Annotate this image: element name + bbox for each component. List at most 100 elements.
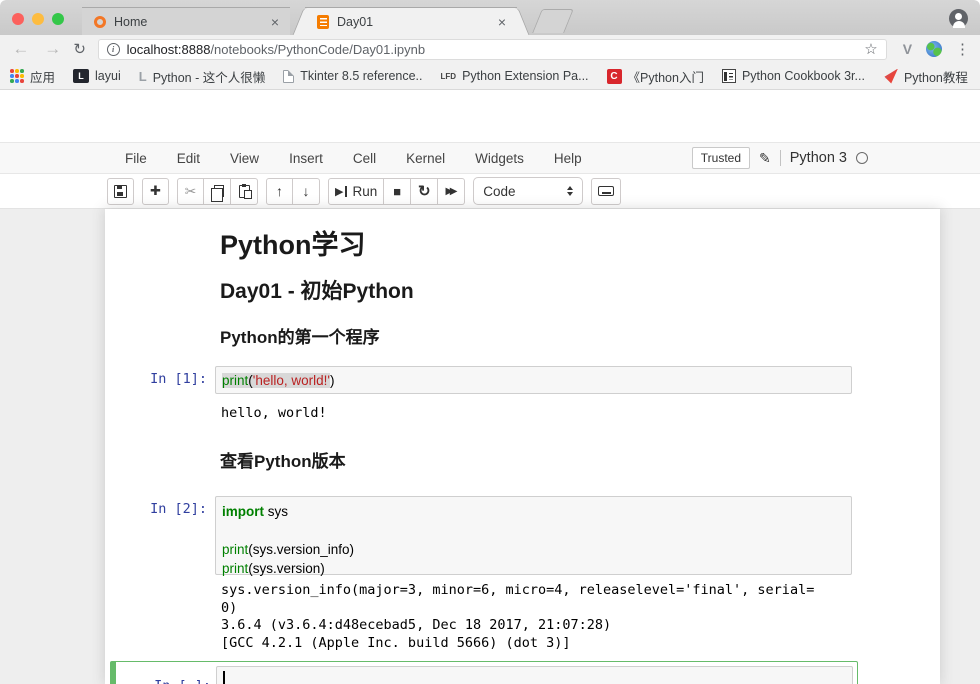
move-cell-up-button[interactable]: ↑ [266,178,293,205]
plus-icon: ✚ [150,183,161,199]
trusted-button[interactable]: Trusted [692,147,750,169]
minimize-window-button[interactable] [32,13,44,25]
red-c-icon: C [607,69,622,84]
menu-file[interactable]: File [110,151,162,166]
bookmark-python-intro[interactable]: C 《Python入门 [607,67,704,86]
restart-icon: ↻ [418,182,431,200]
restart-run-all-button[interactable]: ▶▶ [438,178,465,205]
bookmark-star-icon[interactable]: ☆ [864,40,877,58]
bookmark-cookbook[interactable]: Python Cookbook 3r... [722,69,865,83]
bookmark-label: Python Extension Pa... [462,69,588,83]
code-cell-3-input[interactable] [216,666,853,684]
paste-cell-button[interactable] [231,178,258,205]
address-bar: ← → ↻ i localhost:8888/notebooks/PythonC… [0,35,980,63]
new-tab-button[interactable] [532,9,574,33]
layui-icon: L [73,69,89,83]
bookmark-apps[interactable]: 应用 [10,67,55,86]
jupyter-favicon-icon [94,16,106,28]
tab-day01-label: Day01 [337,15,495,29]
lfd-icon: LFD [441,72,457,81]
browser-menu-icon[interactable]: ⋮ [955,40,970,58]
rocket-icon [883,69,898,84]
copy-cell-button[interactable] [204,178,231,205]
cell-type-value: Code [483,184,567,199]
bookmark-label: Tkinter 8.5 reference.. [300,69,422,83]
kernel-name: Python 3 [790,150,847,166]
menu-bar: File Edit View Insert Cell Kernel Widget… [0,142,980,174]
command-palette-button[interactable] [591,178,621,205]
close-tab-icon[interactable]: × [268,14,282,30]
cell-1-output: hello, world! [221,405,327,421]
code-line-blank [222,521,845,540]
notebook-area: Python学习 Day01 - 初始Python Python的第一个程序 I… [0,209,980,684]
menu-kernel[interactable]: Kernel [391,151,460,166]
code-line: import sys [222,502,845,521]
stop-icon: ■ [393,184,401,199]
bookmark-tkinter[interactable]: Tkinter 8.5 reference.. [283,69,422,83]
bookmark-label: 应用 [30,67,55,86]
notebook-status-area: Trusted ✎ Python 3 [692,147,868,169]
move-cell-down-button[interactable]: ↓ [293,178,320,205]
extension-icon[interactable]: V [903,41,912,57]
input-prompt-3: In [ ]: [111,678,211,684]
tab-day01[interactable]: Day01 × [305,7,517,35]
profile-avatar-icon[interactable] [949,9,968,28]
input-prompt-2: In [2]: [105,501,207,517]
notebook-container: Python学习 Day01 - 初始Python Python的第一个程序 I… [105,209,940,684]
cell-type-select[interactable]: Code [473,177,583,205]
cut-cell-button[interactable]: ✂ [177,178,204,205]
menu-help[interactable]: Help [539,151,597,166]
url-text: localhost:8888/notebooks/PythonCode/Day0… [127,42,865,57]
close-tab-icon[interactable]: × [495,14,509,30]
page-info-icon[interactable]: i [107,43,120,56]
save-button[interactable] [107,178,134,205]
selected-empty-cell[interactable]: In [ ]: [110,661,858,684]
forward-icon[interactable]: → [42,39,64,59]
back-icon[interactable]: ← [10,39,32,59]
run-cell-button[interactable]: ▶ Run [328,178,384,205]
code-cell-1[interactable]: print('hello, world!') [215,366,852,394]
bookmark-python-blog[interactable]: L Python - 这个人很懒 [139,67,265,86]
bookmark-label: 《Python入门 [628,67,704,86]
keyboard-icon [598,186,614,196]
menu-widgets[interactable]: Widgets [460,151,539,166]
reload-icon[interactable]: ↻ [70,40,90,58]
globe-extension-icon[interactable] [926,41,942,57]
menu-cell[interactable]: Cell [338,151,391,166]
text-cursor [223,671,225,684]
save-icon [114,185,127,198]
bookmark-layui[interactable]: L layui [73,69,121,83]
markdown-heading2[interactable]: Day01 - 初始Python [220,275,414,305]
tab-home-label: Home [114,15,268,29]
notebook-favicon-icon [317,15,329,29]
markdown-heading3-second[interactable]: 查看Python版本 [220,447,346,472]
menu-view[interactable]: View [215,151,274,166]
bookmark-label: Python - 这个人很懒 [153,67,266,86]
bookmark-label: Python教程 [904,67,968,86]
kernel-idle-icon [856,152,868,164]
paste-icon [239,185,250,198]
page-icon [283,70,294,83]
select-caret-icon [567,186,573,196]
add-cell-button[interactable]: ✚ [142,178,169,205]
bookmark-python-tutorial[interactable]: Python教程 [883,67,968,86]
interrupt-kernel-button[interactable]: ■ [384,178,411,205]
markdown-heading1[interactable]: Python学习 [220,223,366,262]
copy-icon [214,185,224,197]
url-field[interactable]: i localhost:8888/notebooks/PythonCode/Da… [98,39,887,60]
url-host: localhost:8888 [127,42,211,57]
input-prompt-1: In [1]: [105,371,207,387]
maximize-window-button[interactable] [52,13,64,25]
close-window-button[interactable] [12,13,24,25]
browser-window: Home × Day01 × ← → ↻ i localhost:8888/no… [0,0,980,684]
menu-insert[interactable]: Insert [274,151,338,166]
bookmark-extension-packages[interactable]: LFD Python Extension Pa... [441,69,589,83]
restart-kernel-button[interactable]: ↻ [411,178,438,205]
menu-edit[interactable]: Edit [162,151,215,166]
tab-home[interactable]: Home × [82,7,290,35]
code-cell-2[interactable]: import sys print(sys.version_info) print… [215,496,852,575]
bookmark-label: layui [95,69,121,83]
markdown-heading3-first[interactable]: Python的第一个程序 [220,323,380,348]
fast-forward-icon: ▶▶ [446,186,457,197]
code-line: print(sys.version_info) [222,540,845,559]
